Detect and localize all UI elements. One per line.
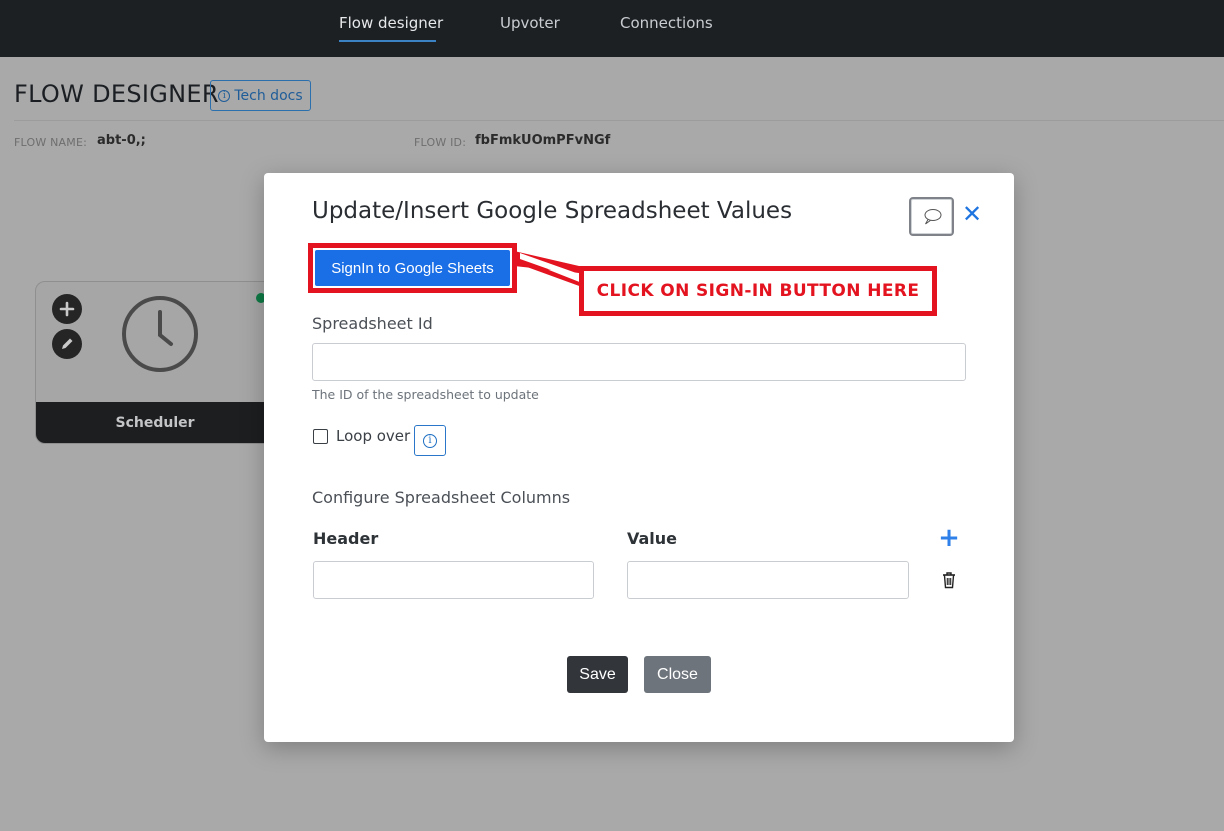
tab-flow-designer[interactable]: Flow designer (339, 14, 443, 32)
value-input[interactable] (627, 561, 909, 599)
loop-over-checkbox[interactable] (313, 429, 328, 444)
clock-icon (122, 296, 198, 372)
spreadsheet-id-input[interactable] (312, 343, 966, 381)
flow-name-label: FLOW NAME: (14, 136, 87, 149)
header-column-label: Header (313, 529, 379, 548)
tech-docs-button[interactable]: i Tech docs (210, 80, 311, 111)
comment-button[interactable] (909, 197, 954, 236)
loop-over-label: Loop over (336, 427, 411, 445)
scheduler-node[interactable]: Scheduler (35, 281, 275, 444)
flow-id-value: fbFmkUOmPFvNGf (475, 133, 611, 148)
speech-bubble-icon (924, 208, 941, 224)
modal-title: Update/Insert Google Spreadsheet Values (312, 198, 793, 224)
page-title: FLOW DESIGNER (14, 80, 219, 108)
tab-connections[interactable]: Connections (620, 14, 713, 32)
value-column-label: Value (627, 529, 678, 548)
flow-id-label: FLOW ID: (414, 136, 467, 149)
signin-google-button[interactable]: SignIn to Google Sheets (315, 250, 510, 286)
info-icon: i (218, 89, 231, 102)
close-button[interactable]: Close (644, 656, 711, 693)
top-nav: Flow designer Upvoter Connections (0, 0, 1224, 57)
divider (14, 120, 1224, 121)
loop-over-info-button[interactable]: i (414, 425, 446, 456)
header-input[interactable] (313, 561, 594, 599)
pencil-icon (62, 338, 73, 349)
plus-icon (59, 301, 75, 317)
edit-node-button[interactable] (52, 329, 82, 359)
columns-section-label: Configure Spreadsheet Columns (312, 488, 571, 507)
trash-icon[interactable] (938, 569, 960, 591)
spreadsheet-id-label: Spreadsheet Id (312, 314, 433, 333)
save-button[interactable]: Save (567, 656, 628, 693)
close-icon[interactable]: ✕ (961, 199, 983, 229)
tech-docs-label: Tech docs (234, 87, 303, 104)
add-node-button[interactable] (52, 294, 82, 324)
flow-name-value: abt-0,; (97, 133, 146, 148)
tab-upvoter[interactable]: Upvoter (500, 14, 560, 32)
spreadsheet-modal: Update/Insert Google Spreadsheet Values … (264, 173, 1014, 742)
spreadsheet-id-help: The ID of the spreadsheet to update (312, 387, 539, 402)
info-icon: i (423, 433, 437, 448)
node-label: Scheduler (36, 402, 274, 443)
add-column-icon[interactable]: + (938, 525, 960, 551)
annotation-callout: CLICK ON SIGN-IN BUTTON HERE (579, 266, 937, 316)
active-tab-indicator (339, 40, 436, 42)
